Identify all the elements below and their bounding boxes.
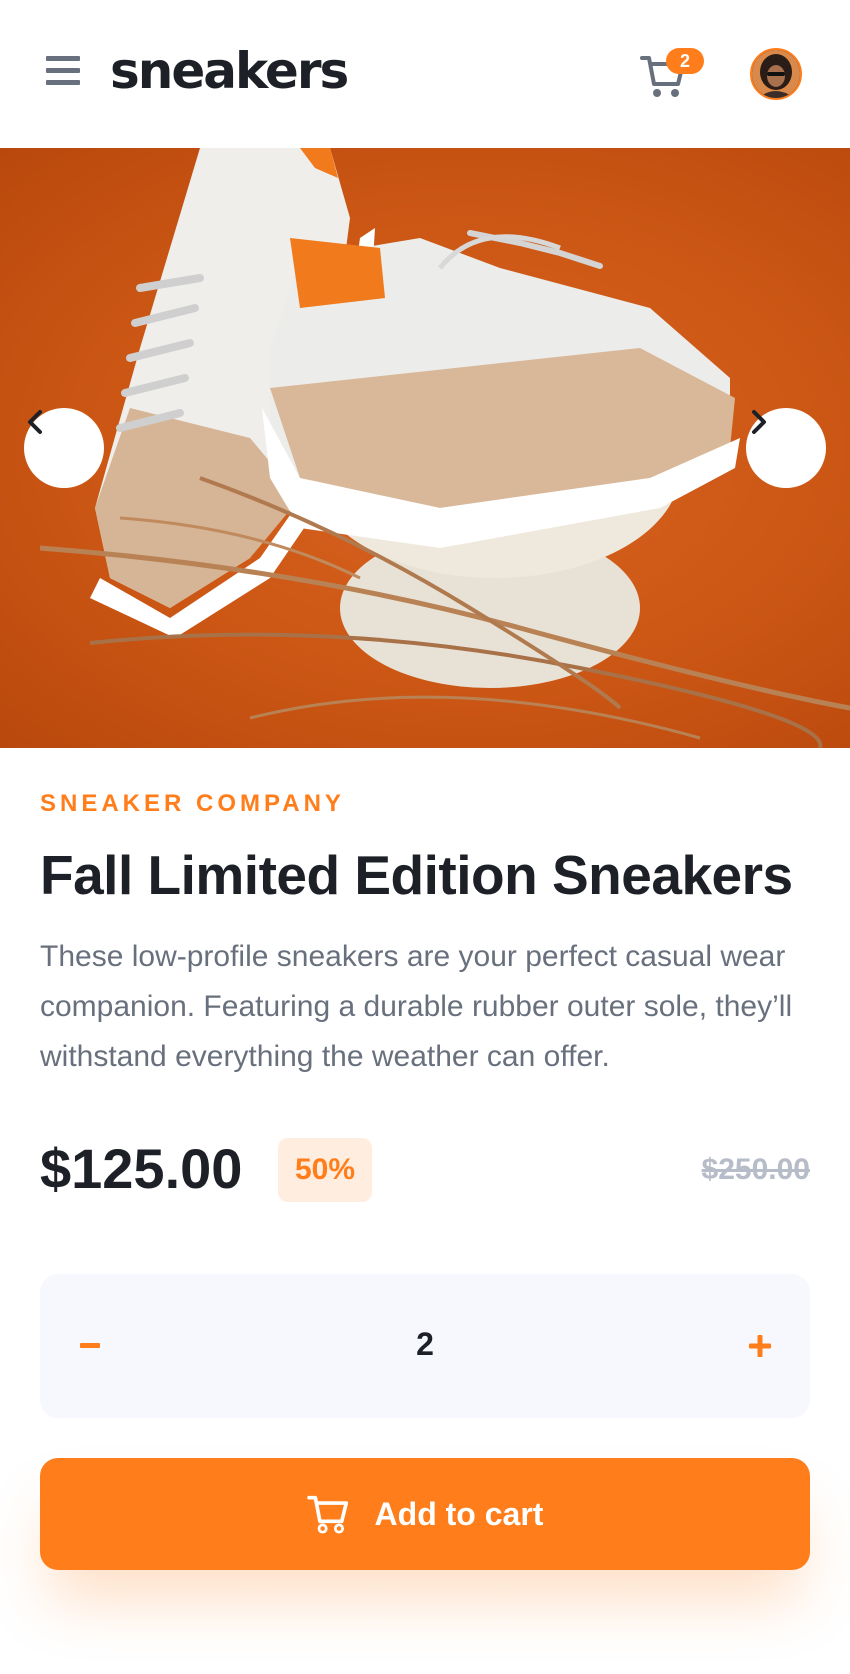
quantity-value: 2 <box>416 1326 434 1362</box>
cart-count-badge: 2 <box>666 48 704 74</box>
logo[interactable]: sneakers <box>110 36 349 106</box>
menu-button[interactable] <box>46 56 80 88</box>
next-image-button[interactable] <box>746 408 826 488</box>
add-to-cart-label: Add to cart <box>374 1495 544 1532</box>
cart-icon <box>306 1495 348 1534</box>
chevron-right-icon <box>752 410 766 434</box>
product-title: Fall Limited Edition Sneakers <box>40 844 793 906</box>
top-bar: sneakers 2 <box>0 0 850 148</box>
avatar[interactable] <box>750 48 802 100</box>
avatar-image <box>752 50 800 98</box>
discount-badge: 50% <box>278 1138 372 1202</box>
plus-icon <box>749 1335 771 1357</box>
previous-image-button[interactable] <box>24 408 104 488</box>
increase-quantity-button[interactable] <box>710 1274 810 1418</box>
company-name: Sneaker Company <box>40 790 345 817</box>
chevron-left-icon <box>28 410 42 434</box>
sneakers-photo <box>39 148 850 748</box>
menu-icon <box>46 56 80 85</box>
add-to-cart-button[interactable]: Add to cart <box>40 1458 810 1570</box>
product-description: These low-profile sneakers are your perf… <box>40 940 793 1073</box>
product-image <box>0 148 850 748</box>
original-price: $250.00 <box>701 1153 810 1186</box>
current-price: $125.00 <box>40 1137 243 1200</box>
quantity-stepper: 2 <box>40 1274 810 1418</box>
